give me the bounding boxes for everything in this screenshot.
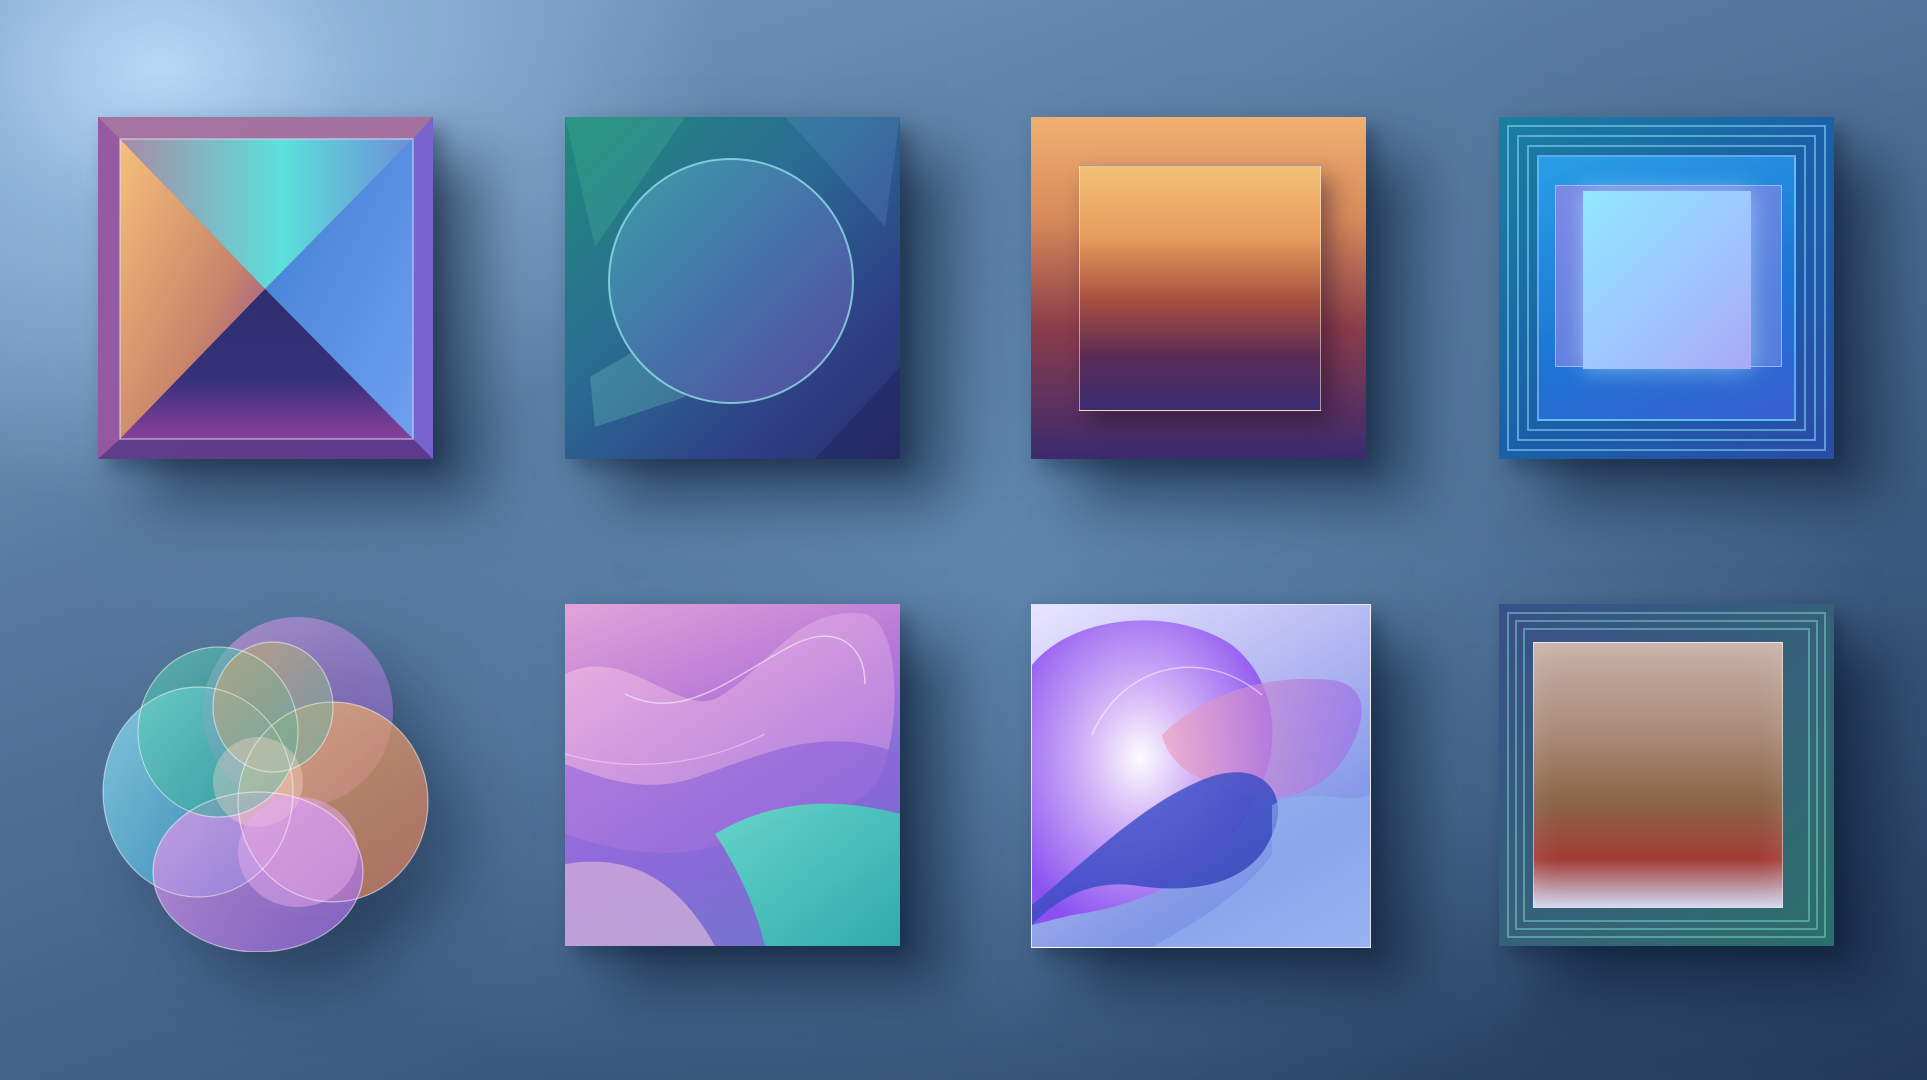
flower-shape (102, 617, 429, 952)
glass-circle-shape (565, 117, 900, 459)
blue-nested-frames-tile (1499, 117, 1834, 459)
blob-shapes (1032, 620, 1370, 947)
warm-gradient-square (1533, 642, 1783, 908)
purple-wave-tile (565, 604, 900, 946)
glowing-square (1583, 191, 1751, 369)
warm-square-tile (1031, 117, 1366, 459)
iridescent-flower-tile (98, 602, 438, 952)
pyramid-shape (98, 117, 433, 459)
circle-glass-tile (565, 117, 900, 459)
lavender-blob-tile (1031, 604, 1371, 948)
abstract-shapes-canvas (0, 0, 1927, 1080)
inner-square (1079, 165, 1321, 411)
wave-shapes (565, 613, 900, 946)
warm-nested-frames-tile (1499, 604, 1834, 946)
pyramid-gradient-tile (98, 117, 433, 459)
